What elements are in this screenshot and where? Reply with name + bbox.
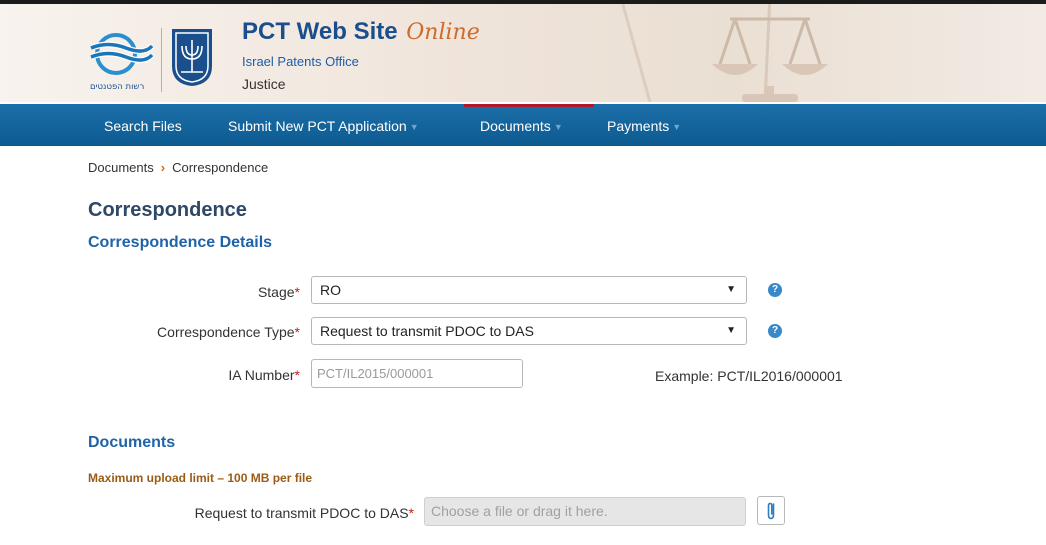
site-header: רשות הפטנטים PCT Web Site Online Israel … [0,4,1046,102]
nav-item-payments[interactable]: Payments ▼ [607,104,681,146]
dropdown-arrow-icon: ▼ [726,284,736,295]
main-nav: Search Files Submit New PCT Application ▼… [0,104,1046,146]
attach-file-button[interactable] [757,496,785,525]
breadcrumb-documents-link[interactable]: Documents [88,160,154,175]
patents-office-logo: רשות הפטנטים [89,33,154,92]
nav-item-label: Search Files [104,118,182,134]
required-marker: * [408,505,414,521]
required-marker: * [294,284,300,300]
correspondence-type-label-text: Correspondence Type [157,324,295,340]
ia-number-label: IA Number* [228,367,300,383]
ia-number-label-text: IA Number [228,367,295,383]
nav-item-label: Submit New PCT Application [228,118,407,134]
paperclip-icon [767,502,775,520]
nav-item-submit-new-pct-application[interactable]: Submit New PCT Application ▼ [228,104,419,146]
nav-item-documents[interactable]: Documents ▼ [464,104,594,146]
site-title: PCT Web Site Online [242,18,480,46]
nav-item-label: Documents [480,118,551,134]
file-upload-dropzone[interactable]: Choose a file or drag it here. [424,497,746,526]
upload-limit-note: Maximum upload limit – 100 MB per file [88,471,313,485]
stage-label-text: Stage [257,284,295,300]
nav-item-label: Payments [607,118,670,134]
correspondence-type-select[interactable]: Request to transmit PDOC to DAS ▼ [311,317,747,345]
ia-number-input[interactable] [311,359,523,388]
chevron-right-icon: › [160,160,166,175]
stage-select-value: RO [320,282,341,298]
logo-hebrew-text: רשות הפטנטים [90,82,144,92]
correspondence-type-label: Correspondence Type* [157,324,300,340]
stage-help-icon[interactable]: ? [768,283,782,297]
site-title-online: Online [406,20,480,45]
chevron-down-icon: ▼ [672,122,682,133]
ministry-name: Justice [242,76,286,92]
scales-of-justice-decoration [621,4,828,102]
correspondence-type-select-value: Request to transmit PDOC to DAS [320,323,534,339]
stage-select[interactable]: RO ▼ [311,276,747,304]
page-title: Correspondence [88,199,247,221]
correspondence-details-heading: Correspondence Details [88,234,273,251]
site-title-text: PCT Web Site [242,18,398,45]
logo-divider [161,28,162,92]
state-emblem-icon [172,29,212,86]
ia-number-example: Example: PCT/IL2016/000001 [655,368,843,384]
office-name: Israel Patents Office [242,54,359,69]
documents-heading: Documents [88,434,176,451]
required-marker: * [294,324,300,340]
dropdown-arrow-icon: ▼ [726,325,736,336]
breadcrumb-current: Correspondence [172,160,269,175]
chevron-down-icon: ▼ [553,121,563,132]
correspondence-type-help-icon[interactable]: ? [768,324,782,338]
nav-item-search-files[interactable]: Search Files [104,104,182,146]
breadcrumb: Documents › Correspondence [88,160,268,175]
stage-label: Stage* [258,284,300,300]
file-field-label-text: Request to transmit PDOC to DAS [194,505,409,521]
chevron-down-icon: ▼ [409,122,419,133]
required-marker: * [294,367,300,383]
file-field-label: Request to transmit PDOC to DAS* [195,505,414,521]
